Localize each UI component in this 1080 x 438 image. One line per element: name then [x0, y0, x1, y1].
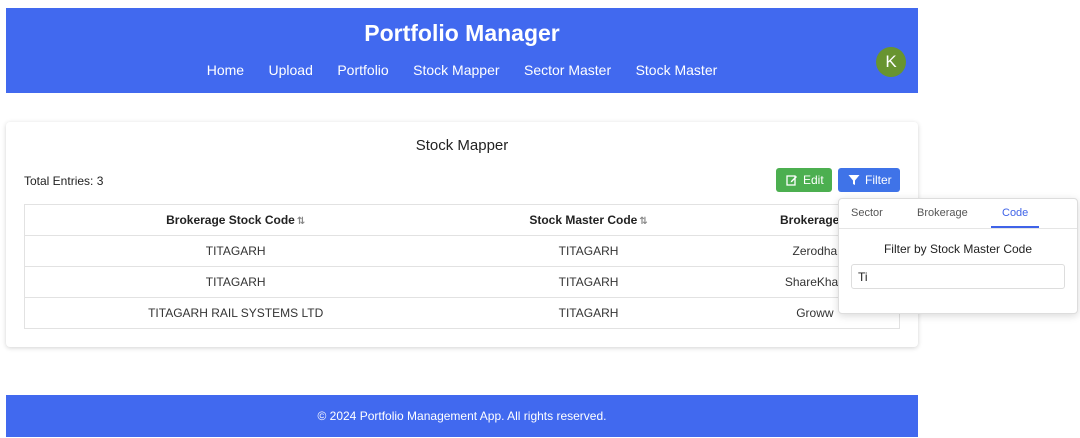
filter-button[interactable]: Filter: [838, 168, 900, 192]
tab-code[interactable]: Code: [1002, 207, 1028, 219]
copyright-text: © 2024 Portfolio Management App. All rig…: [317, 409, 607, 423]
edit-icon: [786, 175, 797, 186]
table-row[interactable]: TITAGARH TITAGARH Zerodha: [24, 235, 900, 267]
nav-stock-master[interactable]: Stock Master: [636, 62, 718, 78]
total-entries: Total Entries: 3: [24, 174, 104, 188]
sort-icon[interactable]: ⇅: [297, 216, 305, 227]
header: Portfolio Manager Home Upload Portfolio …: [6, 8, 918, 93]
avatar[interactable]: K: [876, 47, 906, 77]
table-row[interactable]: TITAGARH TITAGARH ShareKhan: [24, 266, 900, 298]
tab-sector[interactable]: Sector: [851, 207, 883, 219]
sort-icon[interactable]: ⇅: [639, 216, 647, 227]
filter-icon: [848, 175, 860, 185]
table-cell: TITAGARH: [446, 266, 731, 298]
table-cell: TITAGARH: [24, 266, 447, 298]
nav-home[interactable]: Home: [207, 62, 244, 78]
filter-tabs: Sector Brokerage Code: [839, 199, 1077, 229]
active-tab-indicator: [991, 226, 1039, 228]
nav-sector-master[interactable]: Sector Master: [524, 62, 611, 78]
tab-brokerage[interactable]: Brokerage: [917, 207, 968, 219]
stock-mapper-card: Stock Mapper Total Entries: 3 Edit Filte…: [6, 122, 918, 347]
nav-stock-mapper[interactable]: Stock Mapper: [413, 62, 499, 78]
edit-button[interactable]: Edit: [776, 168, 832, 192]
stock-mapper-table: Brokerage Stock Code ⇅ Stock Master Code ⇅…: [24, 204, 900, 329]
main-nav: Home Upload Portfolio Stock Mapper Secto…: [6, 62, 918, 80]
page-title: Stock Mapper: [415, 137, 509, 154]
col-stock-master-code[interactable]: Stock Master Code ⇅: [446, 204, 731, 236]
filter-popover: Sector Brokerage Code Filter by Stock Ma…: [838, 198, 1078, 314]
nav-upload[interactable]: Upload: [269, 62, 313, 78]
footer: © 2024 Portfolio Management App. All rig…: [6, 395, 918, 437]
table-cell: TITAGARH: [24, 235, 447, 267]
app-title: Portfolio Manager: [364, 20, 560, 46]
edit-button-label: Edit: [803, 173, 824, 187]
table-row[interactable]: TITAGARH RAIL SYSTEMS LTD TITAGARH Groww: [24, 297, 900, 329]
filter-label: Filter by Stock Master Code: [883, 242, 1033, 256]
table-header-row: Brokerage Stock Code ⇅ Stock Master Code ⇅…: [24, 204, 900, 236]
filter-button-label: Filter: [865, 173, 892, 187]
col-brokerage-stock-code[interactable]: Brokerage Stock Code ⇅: [24, 204, 447, 236]
stock-master-code-filter-input[interactable]: [851, 264, 1065, 289]
table-cell: TITAGARH: [446, 297, 731, 329]
nav-portfolio[interactable]: Portfolio: [337, 62, 388, 78]
table-cell: TITAGARH RAIL SYSTEMS LTD: [24, 297, 447, 329]
table-cell: TITAGARH: [446, 235, 731, 267]
